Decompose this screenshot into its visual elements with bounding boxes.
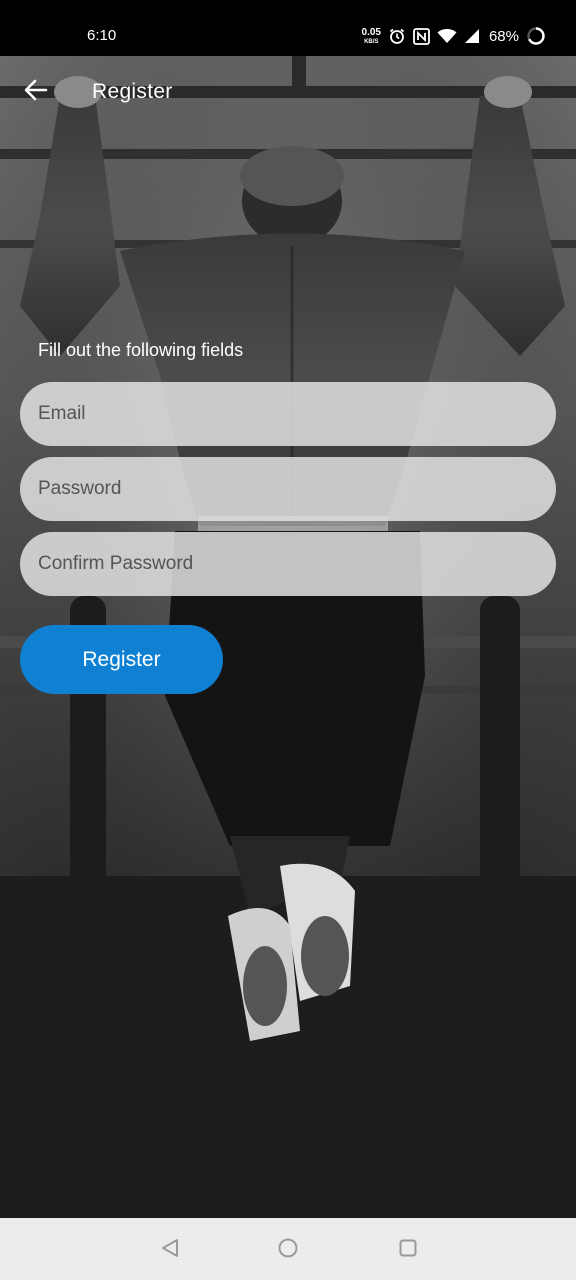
home-circle-icon	[277, 1237, 299, 1264]
email-field[interactable]	[20, 382, 556, 446]
form-hint: Fill out the following fields	[38, 340, 244, 360]
nfc-icon	[413, 27, 430, 45]
wifi-icon	[437, 28, 457, 44]
arrow-left-icon	[24, 79, 48, 106]
nav-back-button[interactable]	[158, 1238, 182, 1262]
network-speed-unit: KB/S	[364, 38, 379, 45]
battery-percent: 68%	[488, 27, 519, 45]
battery-icon	[526, 26, 546, 46]
confirm-password-field[interactable]	[20, 532, 556, 596]
system-nav-bar	[0, 1218, 576, 1280]
status-icons: 0.05 KB/S 68%	[362, 24, 547, 48]
network-speed: 0.05 KB/S	[361, 26, 381, 45]
app-bar: Register	[0, 56, 576, 128]
alarm-icon	[388, 27, 406, 45]
recents-square-icon	[398, 1238, 418, 1263]
register-button[interactable]: Register	[20, 625, 223, 694]
back-triangle-icon	[160, 1238, 180, 1263]
status-time: 6:10	[87, 27, 117, 44]
network-speed-value: 0.05	[361, 26, 381, 38]
back-button[interactable]	[18, 74, 54, 110]
page-title: Register	[92, 80, 173, 103]
nav-recents-button[interactable]	[396, 1238, 420, 1262]
cell-signal-icon	[464, 28, 480, 44]
register-form: Fill out the following fields	[20, 336, 556, 607]
nav-home-button[interactable]	[276, 1238, 300, 1262]
password-field[interactable]	[20, 457, 556, 521]
status-bar: 6:10 0.05 KB/S 68%	[0, 0, 576, 56]
